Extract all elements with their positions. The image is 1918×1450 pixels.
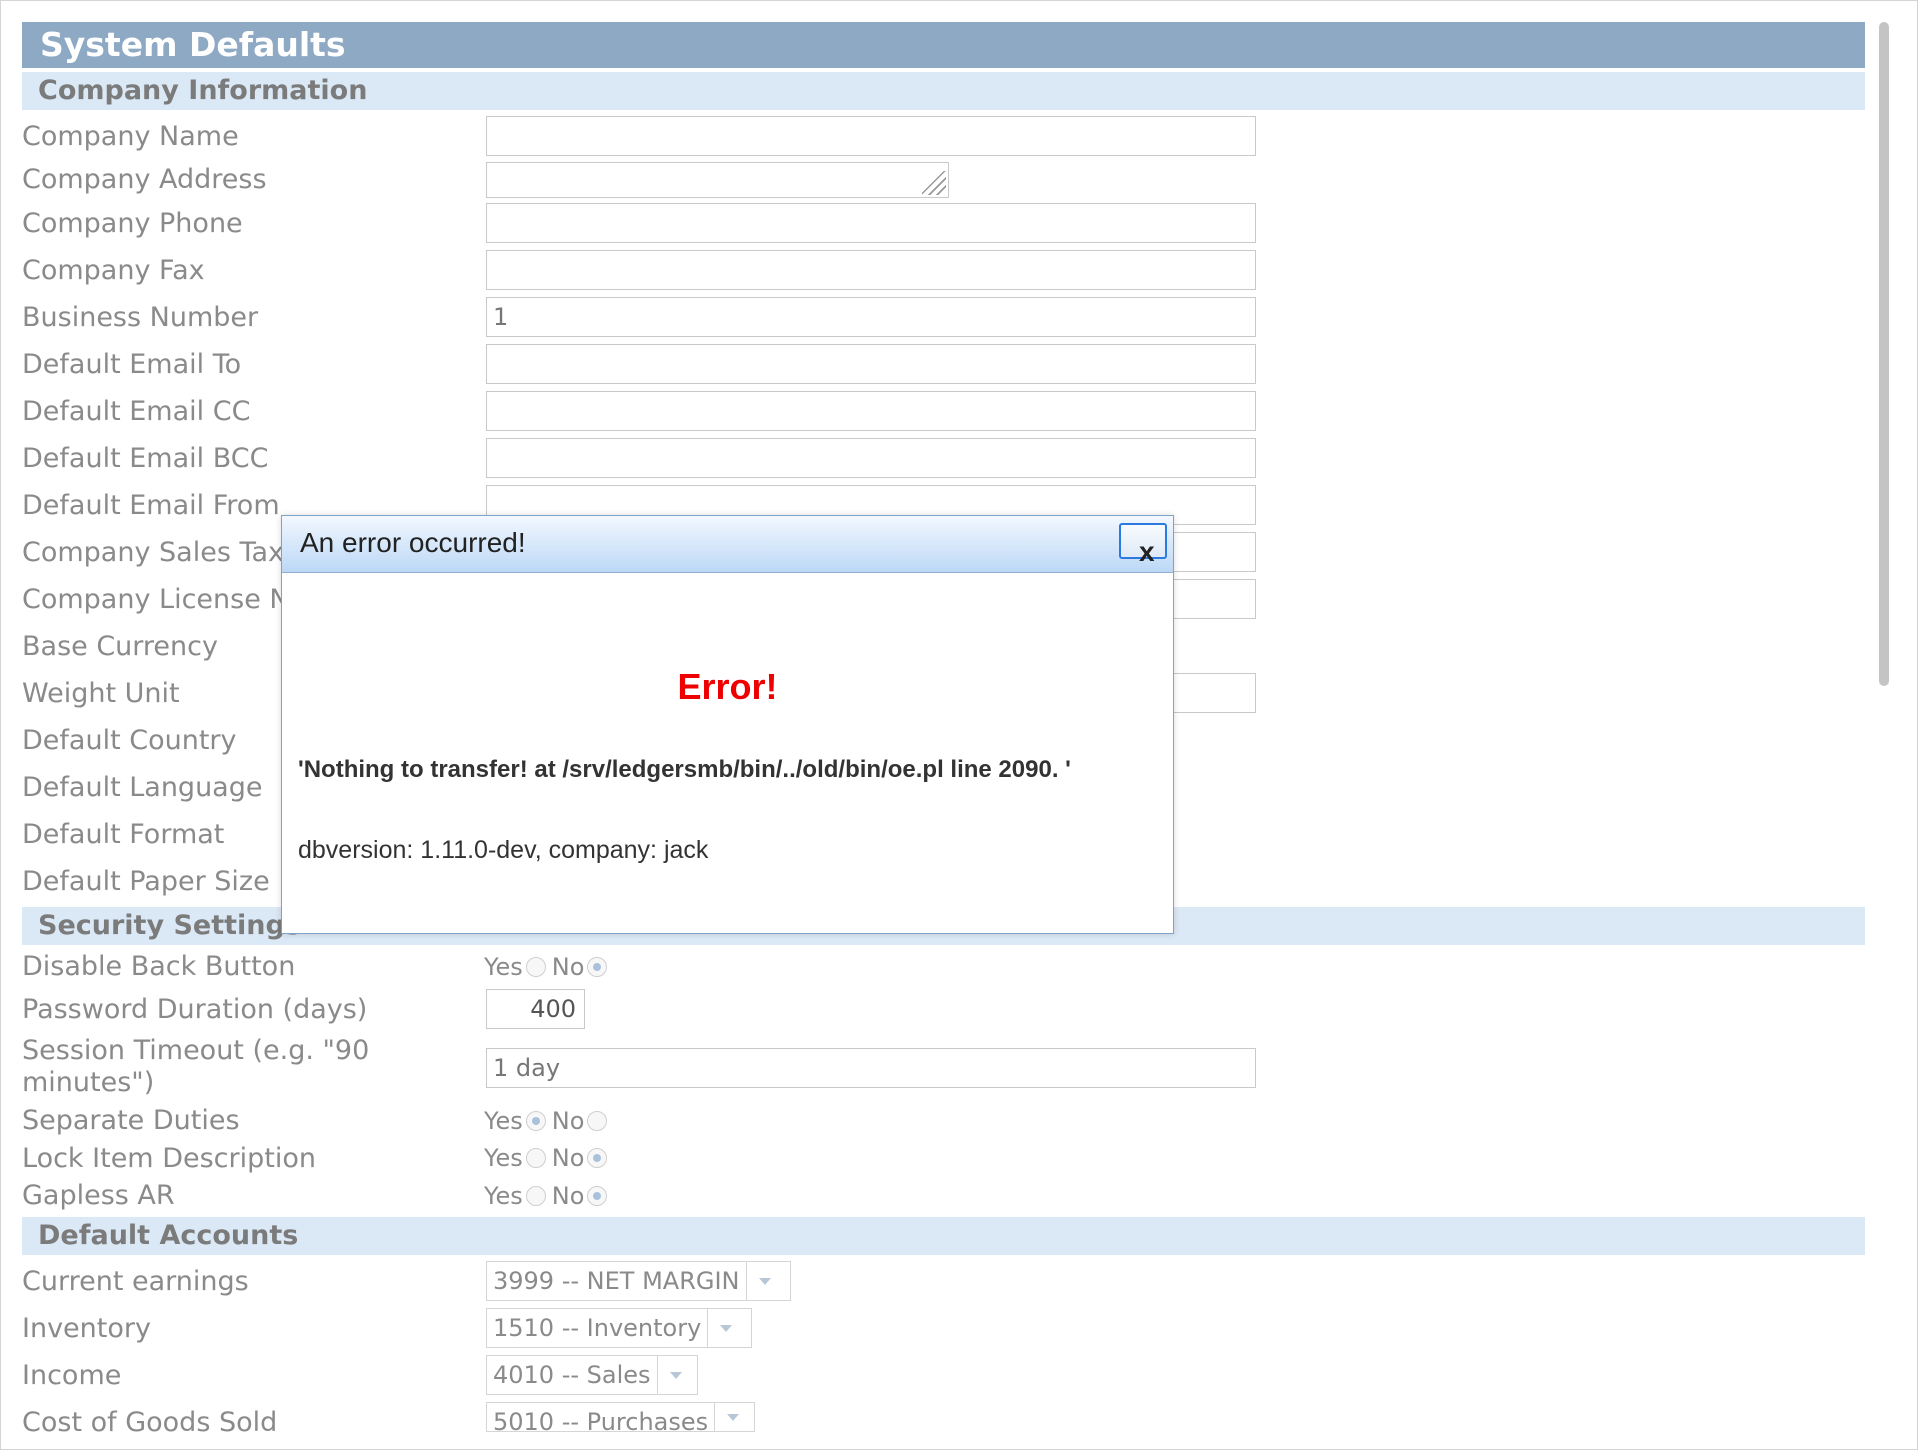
section-default-accounts: Default Accounts xyxy=(22,1217,1865,1255)
label-company-address: Company Address xyxy=(22,164,267,195)
yes-label: Yes xyxy=(484,953,523,981)
separate-duties-no-radio[interactable] xyxy=(587,1111,608,1131)
cogs-value: 5010 -- Purchases xyxy=(493,1408,709,1432)
label-company-name: Company Name xyxy=(22,121,239,152)
label-inventory: Inventory xyxy=(22,1313,151,1344)
no-label: No xyxy=(551,953,585,981)
scrollbar-thumb[interactable] xyxy=(1879,22,1889,686)
label-business-number: Business Number xyxy=(22,302,259,333)
lock-item-description-no-radio[interactable] xyxy=(587,1148,608,1168)
inventory-select[interactable]: 1510 -- Inventory xyxy=(486,1308,752,1348)
section-company-information: Company Information xyxy=(22,72,1865,110)
default-email-cc-input[interactable] xyxy=(486,391,1256,431)
label-base-currency: Base Currency xyxy=(22,631,218,662)
disable-back-button-no-radio[interactable] xyxy=(587,957,608,977)
company-name-input[interactable] xyxy=(486,116,1256,156)
error-heading: Error! xyxy=(677,666,778,707)
company-phone-input[interactable] xyxy=(486,203,1256,243)
gapless-ar-radio-group: Yes No xyxy=(484,1181,613,1211)
dialog-title-bar: An error occurred! x xyxy=(282,516,1173,573)
label-current-earnings: Current earnings xyxy=(22,1266,249,1297)
page-title: System Defaults xyxy=(22,22,1865,68)
yes-label: Yes xyxy=(484,1182,523,1210)
current-earnings-value: 3999 -- NET MARGIN xyxy=(493,1267,740,1295)
label-company-fax: Company Fax xyxy=(22,255,205,286)
label-disable-back-button: Disable Back Button xyxy=(22,951,296,982)
income-select[interactable]: 4010 -- Sales xyxy=(486,1355,698,1395)
no-label: No xyxy=(551,1107,585,1135)
label-session-timeout: Session Timeout (e.g. "90 minutes") xyxy=(22,1035,370,1098)
error-message: 'Nothing to transfer! at /srv/ledgersmb/… xyxy=(298,756,1071,783)
label-weight-unit: Weight Unit xyxy=(22,678,180,709)
label-default-language: Default Language xyxy=(22,772,263,803)
cogs-select[interactable]: 5010 -- Purchases xyxy=(486,1402,755,1432)
label-company-phone: Company Phone xyxy=(22,208,243,239)
label-default-email-from: Default Email From xyxy=(22,490,280,521)
error-meta: dbversion: 1.11.0-dev, company: jack xyxy=(298,836,709,864)
inventory-value: 1510 -- Inventory xyxy=(493,1314,702,1342)
no-label: No xyxy=(551,1182,585,1210)
label-cost-of-goods-sold: Cost of Goods Sold xyxy=(22,1407,278,1438)
label-password-duration: Password Duration (days) xyxy=(22,994,368,1025)
chevron-down-icon[interactable] xyxy=(656,1356,694,1394)
password-duration-input[interactable]: 400 xyxy=(486,989,585,1029)
gapless-ar-no-radio[interactable] xyxy=(587,1186,608,1206)
error-dialog: An error occurred! x Error! 'Nothing to … xyxy=(281,515,1174,934)
default-email-bcc-input[interactable] xyxy=(486,438,1256,478)
yes-label: Yes xyxy=(484,1144,523,1172)
company-fax-input[interactable] xyxy=(486,250,1256,290)
dialog-title: An error occurred! xyxy=(300,527,526,558)
lock-item-description-radio-group: Yes No xyxy=(484,1143,613,1173)
separate-duties-radio-group: Yes No xyxy=(484,1106,613,1136)
label-default-email-to: Default Email To xyxy=(22,349,242,380)
label-income: Income xyxy=(22,1360,122,1391)
label-gapless-ar: Gapless AR xyxy=(22,1180,175,1211)
chevron-down-icon[interactable] xyxy=(714,1403,751,1431)
income-value: 4010 -- Sales xyxy=(493,1361,651,1389)
current-earnings-select[interactable]: 3999 -- NET MARGIN xyxy=(486,1261,791,1301)
chevron-down-icon[interactable] xyxy=(707,1309,744,1347)
close-button[interactable]: x xyxy=(1119,523,1167,567)
label-default-paper-size: Default Paper Size xyxy=(22,866,270,897)
disable-back-button-yes-radio[interactable] xyxy=(525,957,546,977)
label-company-sales-tax: Company Sales Tax xyxy=(22,537,285,568)
label-company-license: Company License N xyxy=(22,584,290,615)
session-timeout-input[interactable]: 1 day xyxy=(486,1048,1256,1088)
close-icon: x xyxy=(1139,536,1155,567)
resize-grip-icon[interactable] xyxy=(922,171,946,195)
company-address-textarea[interactable] xyxy=(486,162,949,198)
yes-label: Yes xyxy=(484,1107,523,1135)
lock-item-description-yes-radio[interactable] xyxy=(525,1148,546,1168)
separate-duties-yes-radio[interactable] xyxy=(525,1111,546,1131)
default-email-to-input[interactable] xyxy=(486,344,1256,384)
label-separate-duties: Separate Duties xyxy=(22,1105,240,1136)
label-default-format: Default Format xyxy=(22,819,225,850)
business-number-input[interactable]: 1 xyxy=(486,297,1256,337)
label-default-email-bcc: Default Email BCC xyxy=(22,443,269,474)
label-default-country: Default Country xyxy=(22,725,237,756)
disable-back-button-radio-group: Yes No xyxy=(484,952,613,982)
label-lock-item-description: Lock Item Description xyxy=(22,1143,316,1174)
no-label: No xyxy=(551,1144,585,1172)
label-default-email-cc: Default Email CC xyxy=(22,396,251,427)
chevron-down-icon[interactable] xyxy=(745,1262,783,1300)
gapless-ar-yes-radio[interactable] xyxy=(525,1186,546,1206)
